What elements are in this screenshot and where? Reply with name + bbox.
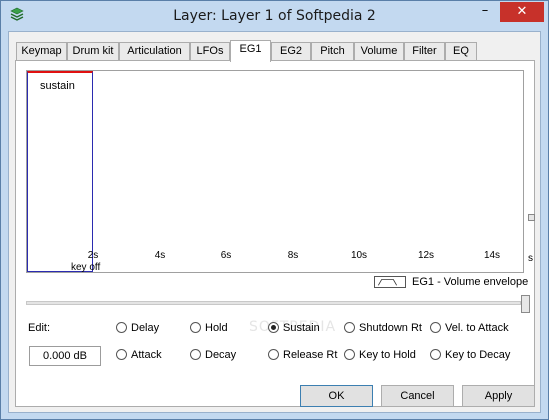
radio-dot xyxy=(116,322,127,333)
radio-attack[interactable]: Attack xyxy=(116,348,162,364)
radio-label: Delay xyxy=(131,322,160,334)
radio-hold[interactable]: Hold xyxy=(190,321,228,337)
radio-label: Key to Hold xyxy=(359,349,416,361)
radio-label: Vel. to Attack xyxy=(445,322,509,334)
radio-dot xyxy=(190,349,201,360)
sustain-segment[interactable]: sustain xyxy=(27,71,93,272)
envelope-name: EG1 - Volume envelope xyxy=(412,276,529,288)
eg1-panel: sustain 2s 4s 6s 8s 10s 12s 14s key off … xyxy=(15,60,535,407)
time-tick: 4s xyxy=(154,250,166,261)
radio-delay[interactable]: Delay xyxy=(116,321,159,337)
radio-label: Sustain xyxy=(283,322,320,334)
envelope-graph[interactable]: sustain 2s 4s 6s 8s 10s 12s 14s key off xyxy=(26,70,524,273)
dialog-client: Keymap Drum kit Articulation LFOs EG1 EG… xyxy=(8,31,541,413)
radio-label: Hold xyxy=(205,322,228,334)
radio-label: Attack xyxy=(131,349,162,361)
radio-dot xyxy=(344,349,355,360)
radio-label: Release Rt xyxy=(283,349,338,361)
radio-dot xyxy=(190,322,201,333)
zoom-slider-thumb[interactable] xyxy=(521,295,530,313)
radio-vel-to-attack[interactable]: Vel. to Attack xyxy=(430,321,509,337)
tab-keymap[interactable]: Keymap xyxy=(16,42,67,61)
window-title: Layer: Layer 1 of Softpedia 2 xyxy=(173,8,376,24)
radio-dot xyxy=(268,349,279,360)
time-tick: 2s xyxy=(87,250,99,261)
radio-sustain[interactable]: Sustain xyxy=(268,321,320,337)
radio-release-rt[interactable]: Release Rt xyxy=(268,348,337,364)
radio-dot xyxy=(430,322,441,333)
radio-label: Decay xyxy=(205,349,237,361)
layer-dialog: Layer: Layer 1 of Softpedia 2 – ✕ Keymap… xyxy=(0,0,549,420)
tab-articulation[interactable]: Articulation xyxy=(119,42,190,61)
radio-label: Key to Decay xyxy=(445,349,511,361)
radio-key-to-decay[interactable]: Key to Decay xyxy=(430,348,510,364)
tab-pitch[interactable]: Pitch xyxy=(311,42,354,61)
minimize-button[interactable]: – xyxy=(476,4,494,22)
tab-filter[interactable]: Filter xyxy=(404,42,445,61)
time-tick: 14s xyxy=(483,250,501,261)
title-bar[interactable]: Layer: Layer 1 of Softpedia 2 – ✕ xyxy=(1,1,548,31)
close-button[interactable]: ✕ xyxy=(500,2,544,22)
radio-key-to-hold[interactable]: Key to Hold xyxy=(344,348,416,364)
tab-eg1[interactable]: EG1 xyxy=(230,40,271,62)
cancel-button[interactable]: Cancel xyxy=(381,385,454,407)
radio-dot-selected xyxy=(268,322,279,333)
tab-drum-kit[interactable]: Drum kit xyxy=(67,42,119,61)
radio-decay[interactable]: Decay xyxy=(190,348,236,364)
axis-unit: s xyxy=(528,253,533,264)
tab-lfos[interactable]: LFOs xyxy=(190,42,230,61)
value-field[interactable]: 0.000 dB xyxy=(29,346,101,366)
apply-button[interactable]: Apply xyxy=(462,385,535,407)
tab-eq[interactable]: EQ xyxy=(445,42,477,61)
radio-label: Shutdown Rt xyxy=(359,322,422,334)
radio-shutdown-rt[interactable]: Shutdown Rt xyxy=(344,321,422,337)
radio-dot xyxy=(344,322,355,333)
tab-eg2[interactable]: EG2 xyxy=(271,42,311,61)
vertical-zoom-handle[interactable] xyxy=(528,214,535,221)
radio-dot xyxy=(430,349,441,360)
time-tick: 8s xyxy=(287,250,299,261)
envelope-shape-icon xyxy=(374,276,406,288)
time-tick: 10s xyxy=(350,250,368,261)
edit-label: Edit: xyxy=(28,322,51,334)
radio-dot xyxy=(116,349,127,360)
ok-button[interactable]: OK xyxy=(300,385,373,407)
zoom-slider-track[interactable] xyxy=(26,301,521,305)
tab-volume[interactable]: Volume xyxy=(354,42,404,61)
key-off-label: key off xyxy=(71,262,101,273)
segment-label: sustain xyxy=(40,80,75,92)
time-tick: 6s xyxy=(220,250,232,261)
time-tick: 12s xyxy=(417,250,435,261)
